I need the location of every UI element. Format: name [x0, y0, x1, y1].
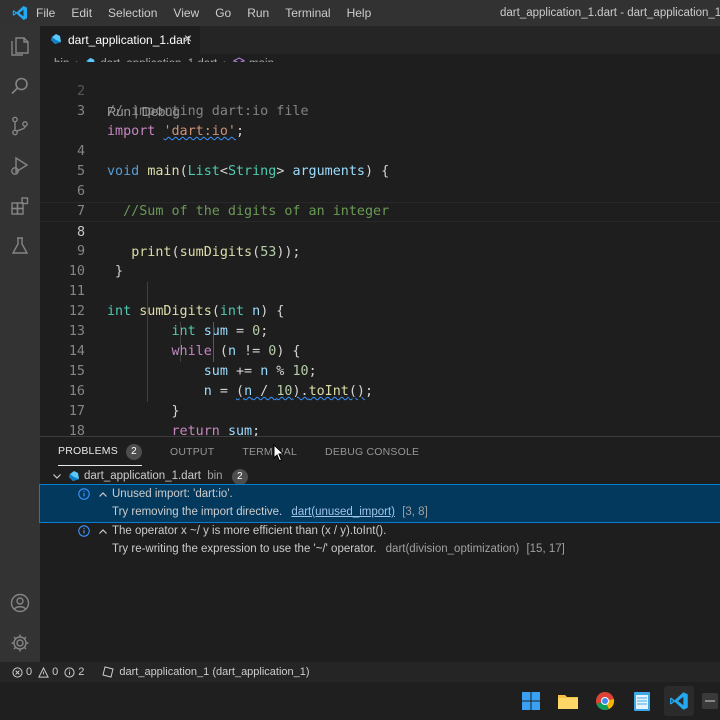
info-icon — [78, 488, 90, 507]
code-line: 13 while (n != 0) { — [68, 324, 301, 359]
menu-edit[interactable]: Edit — [63, 0, 100, 26]
info-icon — [78, 525, 90, 544]
testing-icon[interactable] — [0, 226, 40, 266]
menu-go[interactable]: Go — [207, 0, 239, 26]
os-taskbar — [0, 682, 720, 720]
problems-file-name: dart_application_1.dart — [84, 470, 201, 482]
problems-file-row[interactable]: dart_application_1.dart bin 2 — [40, 467, 720, 486]
project-status[interactable]: dart_application_1 (dart_application_1) — [102, 666, 310, 678]
code-line: 11 int sumDigits(int n) { — [68, 284, 285, 319]
problems-file-folder: bin — [207, 470, 223, 482]
menu-file[interactable]: File — [36, 0, 63, 26]
explorer-icon[interactable] — [0, 26, 40, 66]
warning-count: 0 — [52, 666, 59, 678]
panel-tabs: PROBLEMS 2 OUTPUT TERMINAL DEBUG CONSOLE — [40, 437, 429, 467]
error-icon — [12, 666, 23, 678]
bottom-panel: PROBLEMS 2 OUTPUT TERMINAL DEBUG CONSOLE… — [39, 436, 720, 662]
code-line: 15 n = (n / 10).toInt(); — [68, 364, 374, 399]
problem-title: Unused import: 'dart:io'. — [112, 488, 233, 500]
tab-output[interactable]: OUTPUT — [170, 437, 214, 467]
problem-fix: Try re-writing the expression to use the… — [112, 543, 377, 555]
warning-icon — [38, 666, 50, 678]
title-bar: File Edit Selection View Go Run Terminal… — [0, 0, 720, 26]
source-control-icon[interactable] — [0, 106, 40, 146]
code-line: 16 } — [68, 384, 180, 419]
problems-count-badge: 2 — [125, 443, 142, 460]
indent-guide — [180, 322, 181, 362]
code-line-active: 8 print(sumDigits(53)); — [40, 202, 720, 260]
indent-guide — [147, 282, 148, 402]
status-bar: 0 0 2 dart_application_1 (dart_applicati… — [0, 662, 720, 682]
chevron-up-icon[interactable] — [98, 522, 108, 548]
menu-terminal[interactable]: Terminal — [277, 0, 338, 26]
file-explorer-icon[interactable] — [553, 686, 583, 716]
info-count: 2 — [78, 666, 85, 678]
dart-project-icon — [102, 666, 114, 678]
vscode-logo-icon — [0, 0, 40, 26]
tab-terminal[interactable]: TERMINAL — [242, 437, 297, 467]
code-editor[interactable]: 2 // importing dart:io file 3 import 'da… — [40, 62, 720, 436]
problem-location: [3, 8] — [402, 506, 428, 518]
code-line: 4 void main(List<String> arguments) { — [76, 144, 390, 179]
notepad-icon[interactable] — [627, 686, 657, 716]
indent-guide — [213, 322, 214, 362]
error-count: 0 — [26, 666, 33, 678]
info-icon — [64, 666, 75, 678]
menu-run[interactable]: Run — [239, 0, 277, 26]
problem-title: The operator x ~/ y is more efficient th… — [112, 525, 387, 537]
menu-help[interactable]: Help — [339, 0, 380, 26]
menu-selection[interactable]: Selection — [100, 0, 165, 26]
tab-label: dart_application_1.dart — [68, 33, 191, 47]
account-icon[interactable] — [0, 583, 40, 623]
dart-file-icon — [50, 33, 62, 48]
code-line: 12 int sum = 0; — [68, 304, 269, 339]
settings-gear-icon[interactable] — [0, 623, 40, 663]
codelens-run-debug[interactable]: Run | Debug — [107, 102, 180, 122]
problem-item[interactable]: The operator x ~/ y is more efficient th… — [40, 522, 720, 559]
code-line: 6 //Sum of the digits of an integer — [76, 184, 390, 219]
problem-item[interactable]: Unused import: 'dart:io'. Try removing t… — [39, 484, 720, 523]
mouse-cursor-icon — [273, 443, 285, 467]
close-icon[interactable]: × — [184, 30, 192, 46]
menu-view[interactable]: View — [165, 0, 207, 26]
problem-source-link[interactable]: dart(division_optimization) — [386, 543, 520, 555]
code-line: 17 return sum; — [68, 404, 261, 436]
window-title: dart_application_1.dart - dart_applicati… — [500, 7, 720, 19]
search-icon[interactable] — [0, 66, 40, 106]
editor-tabs: dart_application_1.dart × — [40, 26, 720, 54]
code-line: 9 } — [76, 244, 124, 279]
problem-location: [15, 17] — [526, 543, 565, 555]
extensions-icon[interactable] — [0, 186, 40, 226]
code-line: 18 } — [68, 424, 85, 436]
taskbar-app-icon[interactable] — [700, 686, 720, 716]
code-line: 14 sum += n % 10; — [68, 344, 317, 379]
problem-fix: Try removing the import directive. — [112, 506, 283, 518]
code-line: 10 — [68, 264, 85, 279]
chrome-icon[interactable] — [590, 686, 620, 716]
project-name: dart_application_1 (dart_application_1) — [119, 666, 310, 678]
code-line: 7 — [76, 204, 85, 219]
code-line: 5 — [76, 164, 85, 179]
tab-debug-console[interactable]: DEBUG CONSOLE — [325, 437, 419, 467]
code-line: 2 // importing dart:io file — [76, 84, 309, 119]
tab-problems[interactable]: PROBLEMS 2 — [58, 438, 142, 466]
run-debug-icon[interactable] — [0, 146, 40, 186]
tab-dart-application[interactable]: dart_application_1.dart × — [40, 26, 200, 54]
code-line: 3 import 'dart:io'; — [76, 104, 245, 139]
activity-bar — [0, 26, 40, 662]
vscode-taskbar-icon[interactable] — [664, 686, 694, 716]
problem-source-link[interactable]: dart(unused_import) — [291, 506, 395, 518]
problems-status[interactable]: 0 0 2 — [12, 666, 84, 678]
problems-file-count: 2 — [231, 469, 248, 485]
chevron-up-icon[interactable] — [98, 485, 108, 511]
menu-bar: File Edit Selection View Go Run Terminal… — [36, 0, 380, 26]
windows-start-icon[interactable] — [516, 686, 546, 716]
